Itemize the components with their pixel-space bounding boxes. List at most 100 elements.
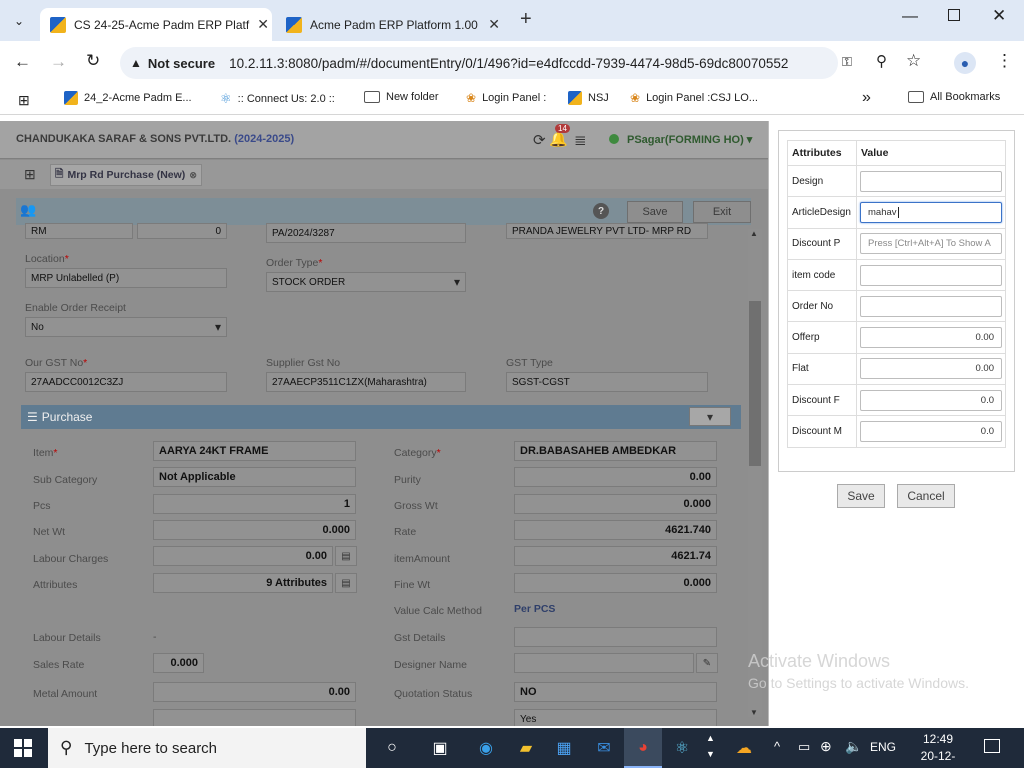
designer-name-field[interactable]	[514, 653, 694, 673]
forward-icon[interactable]: →	[50, 52, 67, 72]
discount-f-input[interactable]: 0.0	[860, 389, 1002, 411]
address-bar[interactable]: ▲ Not secure 10.2.11.3:8080/padm/#/docum…	[120, 47, 838, 79]
apps-grid-icon[interactable]: ⊞	[24, 166, 36, 183]
minimize-icon[interactable]: —	[902, 8, 918, 26]
partial-field[interactable]	[153, 709, 356, 726]
reload-icon[interactable]: ↻	[86, 51, 100, 71]
bookmark-item[interactable]: ⚛:: Connect Us: 2.0 ::	[220, 91, 335, 107]
fine-wt-field[interactable]: 0.000	[514, 573, 717, 593]
calculator-icon[interactable]: ▤	[335, 546, 357, 566]
zoom-icon[interactable]: ⚲	[876, 52, 887, 70]
apps-grid-icon[interactable]: ⊞	[18, 92, 30, 109]
pcs-field[interactable]: 1	[153, 494, 356, 514]
task-view-icon[interactable]: ▣	[428, 736, 452, 760]
discount-m-input[interactable]: 0.0	[860, 421, 1002, 443]
notifications-icon[interactable]	[984, 739, 1000, 753]
close-tab-icon[interactable]: ✕	[488, 16, 500, 33]
document-number-field[interactable]: PA/2024/3287	[266, 223, 466, 243]
bookmark-item[interactable]: 24_2-Acme Padm E...	[64, 91, 192, 105]
menu-lines-icon[interactable]: ≣	[574, 131, 587, 149]
attributes-field[interactable]: 9 Attributes	[153, 573, 333, 593]
bookmark-star-icon[interactable]: ☆	[906, 51, 921, 71]
purchase-section-header[interactable]: ☰ Purchase ▾	[21, 405, 741, 429]
help-icon[interactable]: ?	[593, 203, 609, 219]
clock[interactable]: 12:49 20-12-2024	[908, 731, 968, 768]
store-icon[interactable]: ▦	[552, 736, 576, 760]
close-window-icon[interactable]: ✕	[992, 6, 1006, 26]
sales-rate-field[interactable]: 0.000	[153, 653, 204, 673]
gross-wt-field[interactable]: 0.000	[514, 494, 717, 514]
chrome-icon[interactable]: ◕	[631, 736, 655, 760]
rate-field[interactable]: 4621.740	[514, 520, 717, 540]
restore-icon[interactable]	[948, 9, 960, 21]
user-menu[interactable]: PSagar(FORMING HO) ▾	[627, 133, 752, 146]
scrollbar-thumb[interactable]	[749, 301, 761, 466]
gst-details-field[interactable]	[514, 627, 717, 647]
save-button[interactable]: Save	[837, 484, 885, 508]
item-amount-field[interactable]: 4621.74	[514, 546, 717, 566]
browser-tab[interactable]: Acme Padm ERP Platform 1.00 ✕	[276, 8, 510, 41]
scrollbar[interactable]: ▲ ▼	[748, 229, 762, 717]
language-indicator[interactable]: ENG	[870, 740, 896, 754]
bookmark-item[interactable]: ❀ Login Panel :	[466, 91, 546, 105]
tab-search-icon[interactable]: ⌄	[8, 10, 30, 32]
windows-start-icon[interactable]	[14, 739, 32, 757]
exit-button[interactable]: Exit	[693, 201, 751, 223]
bookmark-folder[interactable]: New folder	[364, 91, 439, 103]
all-bookmarks-button[interactable]: All Bookmarks	[908, 91, 1000, 103]
edge-icon[interactable]: ◉	[474, 736, 498, 760]
browser-tab-active[interactable]: CS 24-25-Acme Padm ERP Platf ✕	[40, 8, 272, 41]
scroll-down-icon[interactable]: ▼	[750, 708, 758, 717]
labour-charges-field[interactable]: 0.00	[153, 546, 333, 566]
doc-tab[interactable]: 🗎 Mrp Rd Purchase (New) ⊗	[50, 164, 202, 186]
partial-select[interactable]: Yes	[514, 709, 717, 726]
cancel-button[interactable]: Cancel	[897, 484, 955, 508]
net-wt-field[interactable]: 0.000	[153, 520, 356, 540]
close-tab-icon[interactable]: ✕	[257, 16, 269, 33]
category-field[interactable]: DR.BABASAHEB AMBEDKAR	[514, 441, 717, 461]
tray-chevron-icon[interactable]: ^	[774, 739, 780, 754]
sub-category-field[interactable]: Not Applicable	[153, 467, 356, 487]
item-code-input[interactable]	[860, 264, 1002, 286]
security-label[interactable]: Not secure	[148, 56, 215, 71]
password-key-icon[interactable]: ⚿	[842, 54, 852, 70]
back-icon[interactable]: ←	[14, 52, 31, 72]
chevron-down-icon[interactable]: ▾	[689, 407, 731, 426]
new-tab-icon[interactable]: +	[520, 8, 532, 31]
order-no-input[interactable]	[860, 295, 1002, 317]
purity-field[interactable]: 0.00	[514, 467, 717, 487]
supplier-field[interactable]: PRANDA JEWELRY PVT LTD- MRP RD	[506, 223, 708, 239]
discount-p-input[interactable]: Press [Ctrl+Alt+A] To Show A	[860, 233, 1002, 255]
item-field[interactable]: AARYA 24KT FRAME	[153, 441, 356, 461]
design-input[interactable]	[860, 170, 1002, 192]
weather-icon[interactable]: ☁	[732, 736, 756, 760]
save-button[interactable]: Save	[627, 201, 683, 223]
sync-icon[interactable]: ⟳	[533, 131, 546, 149]
quotation-status-field[interactable]: NO	[514, 682, 717, 702]
cortana-icon[interactable]: ○	[380, 736, 404, 760]
taskbar-scroll-icon[interactable]: ▲ ▼	[706, 730, 715, 762]
offerp-input[interactable]: 0.00	[860, 327, 1002, 349]
taskbar-search-box[interactable]: ⚲ Type here to search	[48, 728, 366, 768]
numeric-field[interactable]: 0	[137, 223, 227, 239]
meet-icon[interactable]: ▭	[798, 739, 810, 755]
location-field[interactable]: MRP Unlabelled (P)	[25, 268, 227, 288]
supplier-gst-field[interactable]: 27AAECP3511C1ZX(Maharashtra)	[266, 372, 466, 392]
close-doc-tab-icon[interactable]: ⊗	[189, 170, 197, 181]
our-gst-field[interactable]: 27AADCC0012C3ZJ	[25, 372, 227, 392]
url-text[interactable]: 10.2.11.3:8080/padm/#/documentEntry/0/1/…	[229, 56, 788, 71]
bookmarks-overflow-icon[interactable]: »	[862, 89, 871, 107]
react-app-icon[interactable]: ⚛	[670, 736, 694, 760]
calculator-icon[interactable]: ▤	[335, 573, 357, 593]
browser-menu-icon[interactable]: ⋮	[996, 51, 1013, 71]
flat-input[interactable]: 0.00	[860, 358, 1002, 380]
rm-field[interactable]: RM	[25, 223, 133, 239]
gst-type-field[interactable]: SGST-CGST	[506, 372, 708, 392]
order-receipt-select[interactable]: No	[25, 317, 227, 337]
article-design-input[interactable]: mahav	[860, 201, 1002, 223]
bookmark-item[interactable]: NSJ	[568, 91, 609, 105]
volume-icon[interactable]: 🔈	[845, 738, 862, 755]
network-icon[interactable]: ⊕	[820, 738, 832, 755]
metal-amount-field[interactable]: 0.00	[153, 682, 356, 702]
scroll-up-icon[interactable]: ▲	[750, 229, 758, 238]
